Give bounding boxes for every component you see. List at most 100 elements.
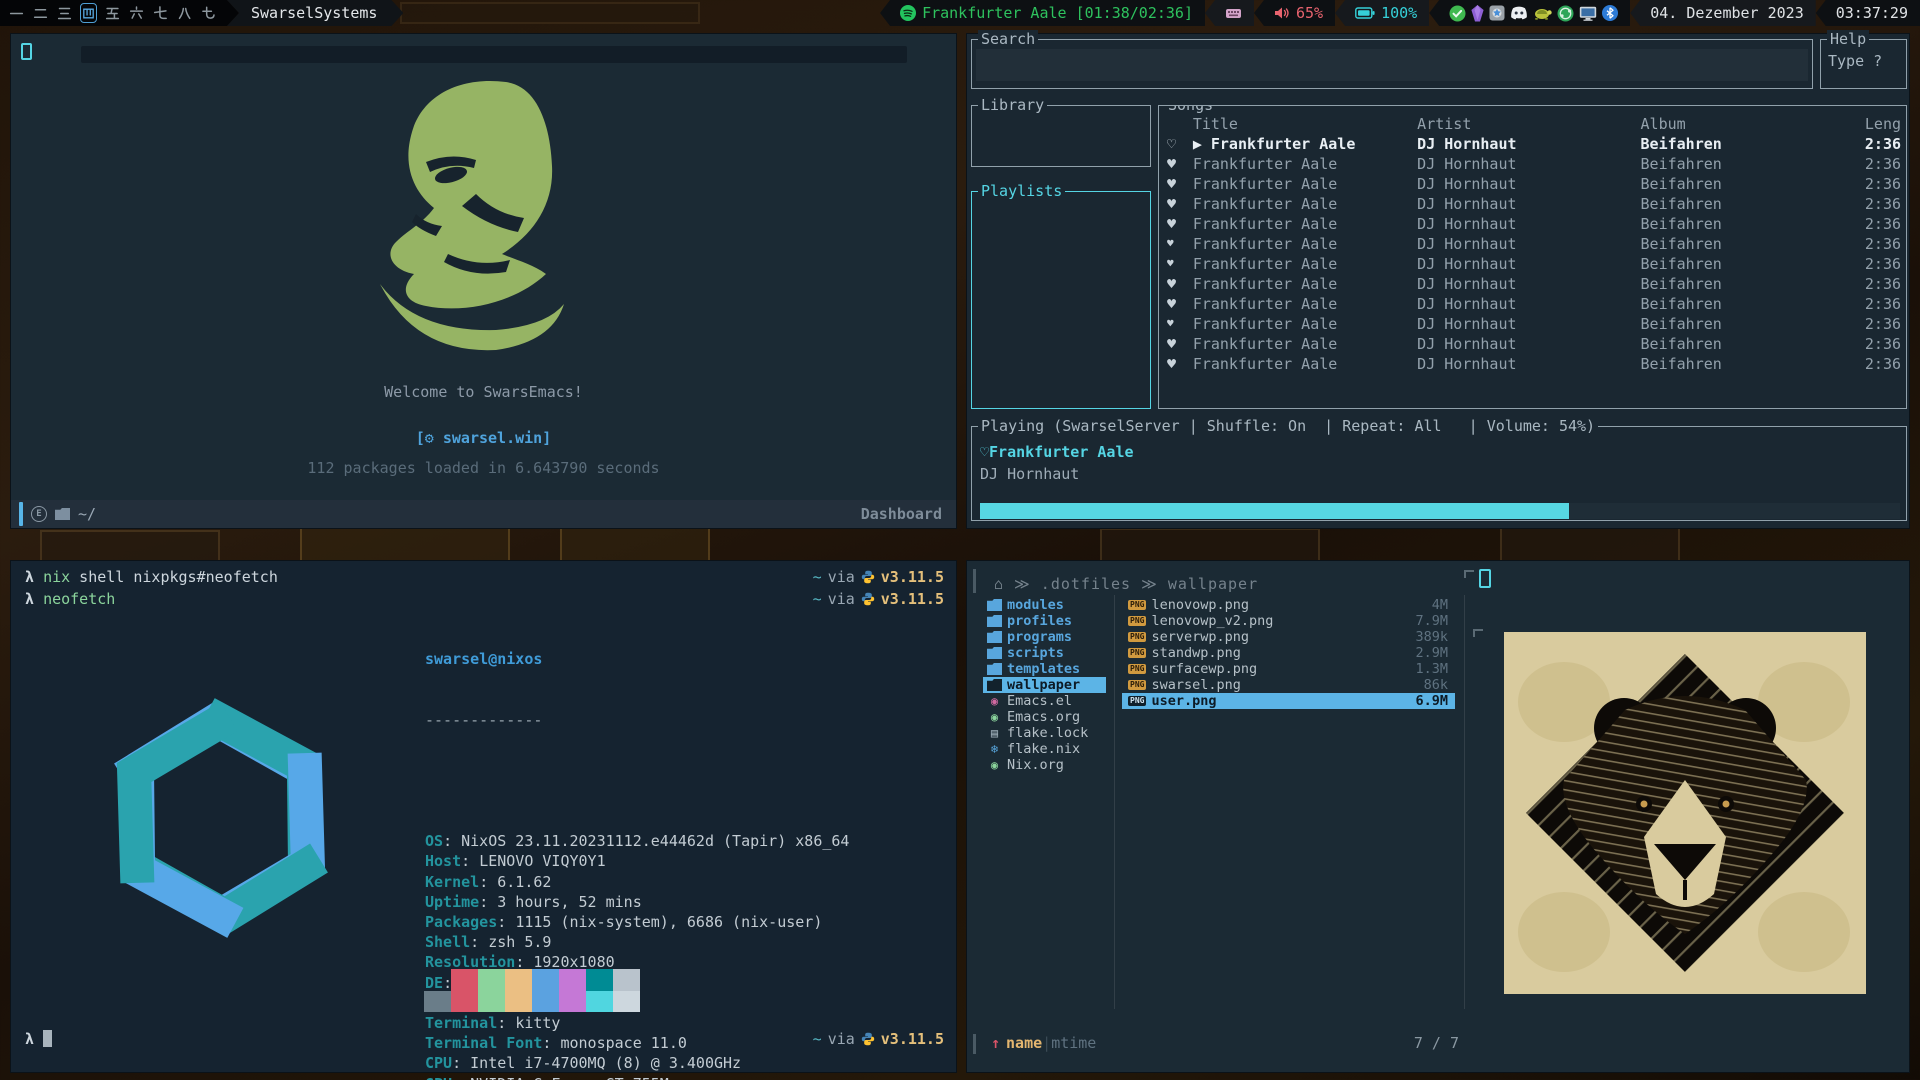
favorite-heart-icon[interactable]: ♥ <box>1167 334 1193 354</box>
playlist-item[interactable] <box>979 200 1150 220</box>
favorite-heart-icon[interactable]: ♥ <box>1167 234 1193 254</box>
directory-item[interactable]: modules <box>983 597 1106 613</box>
current-song-artist: DJ Hornhaut <box>980 465 1079 483</box>
favorite-heart-icon[interactable]: ♥ <box>1167 314 1193 334</box>
sort-indicator[interactable]: ↑ name | mtime <box>991 1034 1096 1052</box>
seek-bar[interactable] <box>980 503 1900 519</box>
color-swatch <box>532 991 559 1012</box>
playlist-item[interactable] <box>979 220 1150 240</box>
workspace-button[interactable] <box>56 3 73 23</box>
directory-item[interactable]: profiles <box>983 613 1106 629</box>
search-input[interactable] <box>976 49 1808 81</box>
clock-widget[interactable]: 03:37:29 <box>1816 0 1920 26</box>
check-circle-icon[interactable] <box>1449 5 1466 22</box>
directory-item[interactable]: flake.nix <box>983 741 1106 757</box>
song-row[interactable]: ♥ Frankfurter Aale DJ Hornhaut Beifahren… <box>1159 354 1906 374</box>
song-row[interactable]: ♥ Frankfurter Aale DJ Hornhaut Beifahren… <box>1159 214 1906 234</box>
favorite-heart-icon[interactable]: ♥ <box>1167 194 1193 214</box>
workspace-button[interactable] <box>176 3 193 23</box>
workspace-button[interactable] <box>8 3 25 23</box>
song-row[interactable]: ♥ Frankfurter Aale DJ Hornhaut Beifahren… <box>1159 314 1906 334</box>
song-row[interactable]: ♥ Frankfurter Aale DJ Hornhaut Beifahren… <box>1159 154 1906 174</box>
gem-icon[interactable] <box>1471 5 1484 22</box>
turtle-icon[interactable] <box>1533 6 1552 20</box>
playlist-item[interactable] <box>979 300 1150 320</box>
swarsel-win-link[interactable]: [⚙ swarsel.win] <box>11 429 956 447</box>
song-row[interactable]: ♥ Frankfurter Aale DJ Hornhaut Beifahren… <box>1159 294 1906 314</box>
workspace-button[interactable] <box>128 3 145 23</box>
workspace-button[interactable] <box>80 3 97 23</box>
workspace-button[interactable] <box>104 3 121 23</box>
directory-item[interactable]: Emacs.el <box>983 693 1106 709</box>
playlist-item[interactable] <box>979 360 1150 380</box>
favorite-heart-icon[interactable]: ♥ <box>1167 214 1193 234</box>
library-item[interactable] <box>979 114 1150 134</box>
battery-widget[interactable]: 100% <box>1335 0 1429 26</box>
file-item[interactable]: PNG standwp.png 2.9M <box>1122 645 1455 661</box>
column-artist[interactable]: Artist <box>1417 114 1640 134</box>
song-row[interactable]: ♥ Frankfurter Aale DJ Hornhaut Beifahren… <box>1159 234 1906 254</box>
song-row[interactable]: ♥ Frankfurter Aale DJ Hornhaut Beifahren… <box>1159 194 1906 214</box>
favorite-heart-icon[interactable]: ♥ <box>1167 294 1193 314</box>
bluetooth-icon[interactable] <box>1602 5 1618 21</box>
song-album: Beifahren <box>1641 154 1865 174</box>
file-item[interactable]: PNG lenovowp_v2.png 7.9M <box>1122 613 1455 629</box>
search-box[interactable]: Search <box>971 39 1813 89</box>
file-item[interactable]: PNG swarsel.png 86k <box>1122 677 1455 693</box>
favorite-heart-icon[interactable]: ♥ <box>1167 354 1193 374</box>
keyboard-widget[interactable] <box>1205 0 1254 26</box>
directory-item[interactable]: Nix.org <box>983 757 1106 773</box>
directory-item[interactable]: programs <box>983 629 1106 645</box>
favorite-heart-icon[interactable]: ♥ <box>1167 274 1193 294</box>
favorite-heart-icon[interactable]: ♥ <box>1167 154 1193 174</box>
playlist-item[interactable] <box>979 280 1150 300</box>
date-widget[interactable]: 04. Dezember 2023 <box>1630 0 1816 26</box>
workspace-button[interactable] <box>32 3 49 23</box>
file-size: 4M <box>1432 597 1455 613</box>
scroll-indicator[interactable] <box>973 569 976 593</box>
favorite-heart-icon[interactable]: ♥ <box>1167 254 1193 274</box>
song-row[interactable]: ♥ Frankfurter Aale DJ Hornhaut Beifahren… <box>1159 174 1906 194</box>
song-row[interactable]: ♥ Frankfurter Aale DJ Hornhaut Beifahren… <box>1159 254 1906 274</box>
now-playing-widget[interactable]: Frankfurter Aale [01:38/02:36] <box>880 0 1205 26</box>
playlist-item[interactable] <box>979 320 1150 340</box>
file-type-icon <box>987 615 1002 627</box>
breadcrumb[interactable]: ⌂ ≫ .dotfiles ≫ wallpaper <box>994 575 1258 593</box>
file-type-icon <box>987 663 1002 675</box>
column-title[interactable]: Title <box>1193 114 1417 134</box>
file-item[interactable]: PNG serverwp.png 389k <box>1122 629 1455 645</box>
volume-widget[interactable]: 65% <box>1254 0 1335 26</box>
playlist-item[interactable] <box>979 340 1150 360</box>
discord-icon[interactable] <box>1510 6 1528 20</box>
workspace-button[interactable] <box>152 3 169 23</box>
song-row[interactable]: ♥ Frankfurter Aale DJ Hornhaut Beifahren… <box>1159 334 1906 354</box>
sort-pipe: | <box>1042 1034 1051 1052</box>
shell-prompt-line[interactable]: λ <box>25 1029 52 1049</box>
song-row[interactable]: ♥ Frankfurter Aale DJ Hornhaut Beifahren… <box>1159 274 1906 294</box>
column-album[interactable]: Album <box>1641 114 1865 134</box>
heart-icon[interactable]: ♡ <box>980 443 989 461</box>
monitor-icon[interactable] <box>1579 6 1597 21</box>
song-length: 2:36 <box>1865 314 1906 334</box>
file-name: standwp.png <box>1151 645 1410 661</box>
library-item[interactable] <box>979 134 1150 154</box>
directory-item[interactable]: templates <box>983 661 1106 677</box>
directory-item[interactable]: Emacs.org <box>983 709 1106 725</box>
file-item[interactable]: PNG user.png 6.9M <box>1122 693 1455 709</box>
playlist-item[interactable] <box>979 380 1150 400</box>
song-row[interactable]: ♡ ▶ Frankfurter Aale DJ Hornhaut Beifahr… <box>1159 134 1906 154</box>
file-item[interactable]: PNG lenovowp.png 4M <box>1122 597 1455 613</box>
workspace-button[interactable] <box>200 3 217 23</box>
right-prompt: ~ via v3.11.5 <box>813 567 944 587</box>
directory-item[interactable]: flake.lock <box>983 725 1106 741</box>
file-item[interactable]: PNG surfacewp.png 1.3M <box>1122 661 1455 677</box>
syncthing-icon[interactable] <box>1557 5 1574 22</box>
playlist-item[interactable] <box>979 260 1150 280</box>
directory-item[interactable]: scripts <box>983 645 1106 661</box>
directory-item[interactable]: wallpaper <box>983 677 1106 693</box>
steam-icon[interactable] <box>1489 5 1505 21</box>
column-length[interactable]: Leng <box>1865 114 1906 134</box>
favorite-heart-icon[interactable]: ♡ <box>1167 134 1193 154</box>
favorite-heart-icon[interactable]: ♥ <box>1167 174 1193 194</box>
playlist-item[interactable] <box>979 240 1150 260</box>
